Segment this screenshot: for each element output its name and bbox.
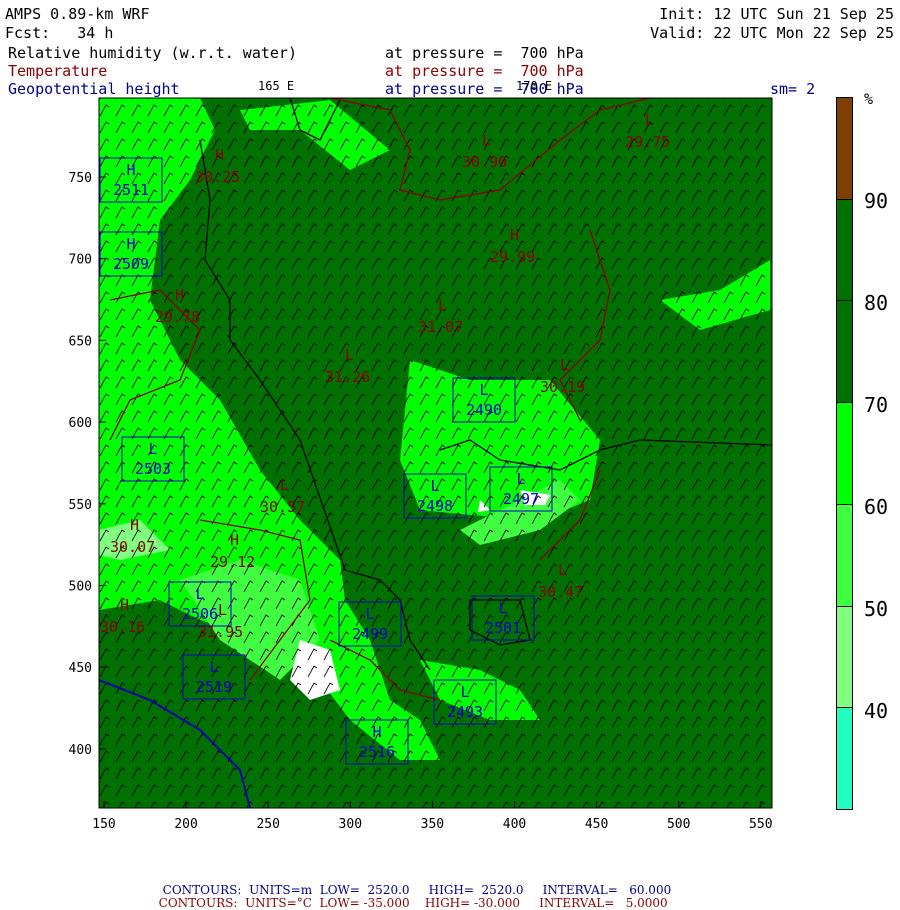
temp-center-value: 31.26 (325, 368, 370, 386)
temp-center-type: H (120, 596, 129, 614)
colorbar-label: 40 (864, 699, 889, 723)
temp-center-value: 29.75 (625, 133, 670, 151)
temp-center-type: H (510, 226, 519, 244)
y-tick-label: 750 (69, 171, 92, 186)
y-tick-label: 700 (69, 253, 92, 268)
colorbar-segment (837, 301, 852, 404)
temp-center-type: L (645, 111, 654, 129)
x-tick-label: 550 (749, 817, 772, 832)
contour-low: LOW= -35.000 (319, 896, 410, 910)
temp-center-type: H (215, 146, 224, 164)
height-center-type: L (430, 477, 439, 495)
colorbar-label: 50 (864, 597, 889, 621)
height-center-type: L (498, 599, 507, 617)
contour-interval: INTERVAL= 5.0000 (539, 896, 668, 910)
height-center-type: H (372, 723, 381, 741)
temp-center-value: 30.19 (540, 378, 585, 396)
colorbar-label: 60 (864, 495, 889, 519)
height-center-type: H (126, 235, 135, 253)
colorbar-label: 90 (864, 189, 889, 213)
height-center-value: 2498 (417, 497, 453, 515)
x-tick-label: 350 (421, 817, 444, 832)
temp-center-value: 30.47 (538, 583, 583, 601)
colorbar-segment (837, 403, 852, 505)
y-tick-label: 500 (69, 580, 92, 595)
temp-center-type: L (345, 346, 354, 364)
temp-center-value: 30.90 (462, 153, 507, 171)
y-tick-label: 650 (69, 334, 92, 349)
contour-high: HIGH= -30.000 (424, 896, 521, 910)
temp-center-type: L (280, 476, 289, 494)
map-plot: H2511H2509L2503L2490L2498L2497L2506L2519… (69, 97, 773, 832)
height-center-value: 2516 (359, 743, 395, 761)
x-tick-label: 300 (339, 817, 362, 832)
colorbar-label: 70 (864, 393, 889, 417)
height-center-value: 2519 (196, 678, 232, 696)
height-center-value: 2511 (113, 181, 149, 199)
x-tick-label: 400 (503, 817, 526, 832)
height-center-type: L (460, 683, 469, 701)
temp-center-type: L (482, 131, 491, 149)
height-center-type: L (148, 440, 157, 458)
temp-center-value: 30.25 (195, 168, 240, 186)
temp-center-type: H (130, 516, 139, 534)
colorbar-segment (837, 606, 852, 709)
temp-center-value: 31.07 (418, 318, 463, 336)
temp-center-value: 30.07 (110, 538, 155, 556)
colorbar-unit: % (864, 90, 874, 108)
y-tick-label: 550 (69, 498, 92, 513)
colorbar-label: 80 (864, 291, 889, 315)
y-tick-label: 450 (69, 661, 92, 676)
temp-center-type: H (230, 531, 239, 549)
colorbar-segment (837, 504, 852, 607)
contour-units: UNITS=°C (245, 896, 312, 910)
colorbar-segment (837, 708, 852, 810)
height-center-value: 2501 (485, 619, 521, 637)
temp-center-type: H (175, 286, 184, 304)
contour-label: CONTOURS: (158, 896, 238, 910)
temp-center-type: L (438, 296, 447, 314)
temp-center-type: L (218, 601, 227, 619)
temp-center-value: 29.99 (490, 248, 535, 266)
height-center-type: L (516, 470, 525, 488)
x-tick-label: 450 (585, 817, 608, 832)
height-center-value: 2499 (352, 625, 388, 643)
height-center-value: 2503 (135, 460, 171, 478)
colorbar (836, 97, 853, 810)
height-center-value: 2493 (447, 703, 483, 721)
height-center-type: L (365, 605, 374, 623)
height-center-value: 2509 (113, 255, 149, 273)
x-tick-label: 200 (174, 817, 197, 832)
y-tick-label: 600 (69, 416, 92, 431)
colorbar-segment (837, 98, 852, 200)
height-center-value: 2497 (503, 490, 539, 508)
y-tick-label: 400 (69, 743, 92, 758)
height-center-value: 2506 (182, 605, 218, 623)
temp-center-value: 29.12 (210, 553, 255, 571)
x-tick-label: 500 (667, 817, 690, 832)
height-center-type: H (126, 161, 135, 179)
height-center-type: L (209, 658, 218, 676)
temp-center-value: 29.78 (155, 308, 200, 326)
wind-barbs (99, 98, 772, 808)
temp-center-type: L (560, 356, 569, 374)
height-center-type: L (195, 585, 204, 603)
temp-center-value: 30.16 (100, 618, 145, 636)
x-tick-label: 150 (92, 817, 115, 832)
temp-center-type: L (558, 561, 567, 579)
x-tick-label: 250 (256, 817, 279, 832)
height-center-type: L (479, 381, 488, 399)
colorbar-segment (837, 199, 852, 302)
temp-center-value: 30.57 (260, 498, 305, 516)
temp-center-value: 31.95 (198, 623, 243, 641)
height-center-value: 2490 (466, 401, 502, 419)
